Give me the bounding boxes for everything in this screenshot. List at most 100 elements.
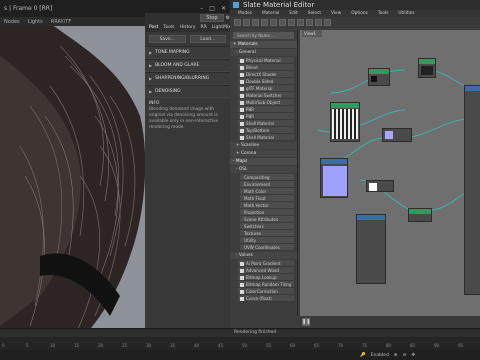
- list-item[interactable]: glTF Material: [238, 85, 294, 92]
- list-item[interactable]: Math Color: [240, 188, 294, 195]
- list-item[interactable]: Environment: [240, 181, 294, 188]
- list-item[interactable]: PBR Material(Spec/Gloss): [238, 113, 294, 126]
- tick-label: 50: [242, 343, 248, 348]
- menu-tools[interactable]: Tools: [378, 11, 389, 16]
- list-item[interactable]: Curve (float): [238, 295, 294, 302]
- menu-edit[interactable]: Edit: [289, 11, 297, 16]
- list-item[interactable]: Scene Attributes: [240, 216, 294, 223]
- menu-material[interactable]: Material: [262, 11, 279, 16]
- list-item[interactable]: Utility: [240, 237, 294, 244]
- general-list: Physical Material Blend DirectX Shader D…: [230, 57, 297, 141]
- list-item[interactable]: Projection: [240, 209, 294, 216]
- section-denoising[interactable]: ▶ DENOISING: [145, 85, 230, 98]
- zoom-in-icon[interactable]: ⊕: [394, 353, 398, 358]
- tab-history[interactable]: History: [180, 25, 196, 30]
- node-parameter-list[interactable]: [356, 214, 386, 284]
- key-icon[interactable]: 🔑: [360, 353, 366, 358]
- node-color-swatch[interactable]: [320, 158, 348, 198]
- pause-icon[interactable]: ❚❚: [302, 318, 310, 326]
- minimize-icon[interactable]: –: [200, 5, 203, 12]
- section-sharpening[interactable]: ▶ SHARPENING/BLURRING: [145, 72, 230, 85]
- list-item[interactable]: Double Sided: [238, 78, 294, 85]
- search-input[interactable]: Search by Name ...: [233, 32, 294, 39]
- toolbar-item-nodes[interactable]: Nodes: [4, 19, 20, 25]
- tick-label: 25: [122, 343, 128, 348]
- menu-select[interactable]: Select: [308, 11, 321, 16]
- list-item[interactable]: Physical Material: [238, 57, 294, 64]
- section-tone-mapping[interactable]: ▶ TONE MAPPING: [145, 46, 230, 59]
- node-hair-mask[interactable]: [330, 102, 360, 142]
- node-view-canvas[interactable]: [300, 30, 480, 316]
- expand-arrow-icon: ▶: [149, 76, 153, 81]
- load-button[interactable]: Load...: [189, 35, 226, 43]
- list-item[interactable]: Multi/Sub-Object: [238, 99, 294, 106]
- timeline-area: Rendering finished 0 5 10 15 20 25 30 35…: [0, 328, 480, 360]
- material-map-navigator-icon[interactable]: [315, 19, 322, 26]
- close-icon[interactable]: ✕: [221, 5, 226, 12]
- frame-buffer-window: s | Frame 0 [RR] – □ ✕ Nodes Lights RRAY…: [0, 0, 231, 360]
- select-tool-icon[interactable]: [234, 19, 241, 26]
- list-item[interactable]: UVW Coordinates: [240, 244, 294, 251]
- save-button[interactable]: Save...: [149, 35, 186, 43]
- tick-label: 70: [338, 343, 344, 348]
- assign-material-icon[interactable]: [252, 19, 259, 26]
- move-children-icon[interactable]: [270, 19, 277, 26]
- materials-header[interactable]: + Materials: [230, 41, 297, 48]
- node-white-swatch[interactable]: [366, 180, 394, 192]
- list-item[interactable]: Shell Material: [238, 134, 294, 141]
- tab-rr[interactable]: RR: [201, 25, 207, 30]
- menu-view[interactable]: View: [331, 11, 341, 16]
- list-item[interactable]: Top/Bottom: [238, 127, 294, 134]
- zoom-out-icon[interactable]: ⊖: [403, 353, 407, 358]
- menu-utilities[interactable]: Utilities: [398, 11, 414, 16]
- list-item[interactable]: Shell Material: [238, 120, 294, 127]
- show-background-icon[interactable]: [288, 19, 295, 26]
- values-list: Ai Point Gradient Advanced Wood Bitmap L…: [230, 260, 297, 302]
- menu-options[interactable]: Options: [351, 11, 368, 16]
- list-item[interactable]: Material Switcher: [238, 92, 294, 99]
- delete-icon[interactable]: [261, 19, 268, 26]
- list-item[interactable]: Bitmap Lookup: [238, 274, 294, 281]
- values-group[interactable]: - Values: [230, 252, 297, 259]
- node-small-green[interactable]: [408, 208, 432, 222]
- parameter-editor-icon[interactable]: [324, 19, 331, 26]
- list-item[interactable]: Math Vector: [240, 202, 294, 209]
- maximize-icon[interactable]: □: [209, 5, 215, 12]
- node-purple-swatch[interactable]: [382, 128, 412, 142]
- layout-all-icon[interactable]: [297, 19, 304, 26]
- layout-children-icon[interactable]: [306, 19, 313, 26]
- node-map-topright[interactable]: [418, 58, 436, 78]
- section-bloom-glare[interactable]: ▶ BLOOM AND GLARE: [145, 59, 230, 72]
- frame-window-title: s | Frame 0 [RR]: [4, 5, 53, 12]
- tab-view1[interactable]: View1: [302, 30, 322, 37]
- tab-tools[interactable]: Tools: [163, 25, 174, 30]
- list-item[interactable]: Bitmap Random Tiling: [238, 281, 294, 288]
- list-item[interactable]: DirectX Shader: [238, 71, 294, 78]
- osl-group[interactable]: - OSL: [230, 166, 297, 173]
- list-item[interactable]: Switchers: [240, 223, 294, 230]
- pan-icon[interactable]: ✥: [411, 353, 415, 358]
- list-item[interactable]: Ai Point Gradient: [238, 260, 294, 267]
- list-item[interactable]: PBR Material(Metal/Rou...: [238, 106, 294, 119]
- scanline-group[interactable]: + Scanline: [230, 142, 297, 149]
- show-map-icon[interactable]: [279, 19, 286, 26]
- toolbar-item-lights[interactable]: Lights: [28, 19, 43, 25]
- tab-post[interactable]: Post: [149, 25, 158, 30]
- pick-material-icon[interactable]: [243, 19, 250, 26]
- tab-lightmix[interactable]: LightMix: [212, 25, 231, 30]
- list-item[interactable]: Textures: [240, 230, 294, 237]
- list-item[interactable]: Advanced Wood: [238, 267, 294, 274]
- toolbar-item-rray[interactable]: RRAY/TF: [51, 19, 71, 25]
- menu-modes[interactable]: Modes: [238, 11, 252, 16]
- node-texture-small[interactable]: [368, 68, 390, 86]
- expand-arrow-icon: ▶: [149, 89, 153, 94]
- general-group[interactable]: - General: [230, 49, 297, 56]
- list-item[interactable]: ColorCorrection: [238, 288, 294, 295]
- list-item[interactable]: Math Float: [240, 195, 294, 202]
- list-item[interactable]: Compositing: [240, 174, 294, 181]
- node-right-column[interactable]: [464, 85, 480, 295]
- list-item[interactable]: Blend: [238, 64, 294, 71]
- stop-button[interactable]: Stop: [200, 14, 224, 22]
- corona-group[interactable]: + Corona: [230, 150, 297, 157]
- maps-header[interactable]: - Maps: [230, 158, 297, 165]
